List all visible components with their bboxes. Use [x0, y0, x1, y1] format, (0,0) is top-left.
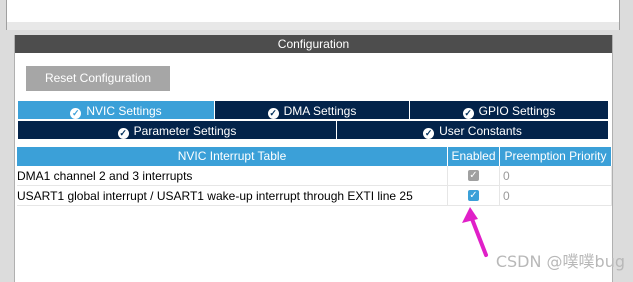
column-header-interrupt[interactable]: NVIC Interrupt Table	[17, 147, 448, 166]
check-circle-icon: ✓	[267, 108, 279, 119]
check-circle-icon: ✓	[70, 108, 82, 119]
preemption-priority-value[interactable]: 0	[500, 166, 612, 186]
check-circle-icon: ✓	[462, 108, 474, 119]
tab-nvic-settings[interactable]: ✓ NVIC Settings	[17, 100, 215, 120]
tab-label: DMA Settings	[283, 104, 357, 118]
tab-label: User Constants	[439, 124, 522, 138]
enabled-cell: ✓	[448, 166, 500, 186]
tab-dma-settings[interactable]: ✓ DMA Settings	[214, 100, 410, 120]
check-circle-icon: ✓	[117, 128, 129, 139]
table-row[interactable]: USART1 global interrupt / USART1 wake-up…	[17, 186, 613, 206]
reset-configuration-button[interactable]: Reset Configuration	[26, 66, 170, 91]
configuration-header: Configuration	[15, 35, 612, 53]
enabled-checkbox: ✓	[468, 170, 479, 181]
preemption-priority-value[interactable]: 0	[500, 186, 612, 206]
upper-panel-footer	[6, 22, 620, 30]
tab-label: NVIC Settings	[86, 104, 162, 118]
upper-panel	[6, 0, 620, 22]
tab-label: Parameter Settings	[133, 124, 237, 138]
tab-label: GPIO Settings	[478, 104, 556, 118]
enabled-checkbox[interactable]: ✓	[468, 190, 479, 201]
column-header-enabled[interactable]: Enabled	[448, 147, 500, 166]
check-circle-icon: ✓	[423, 128, 435, 139]
column-header-preemption-priority[interactable]: Preemption Priority	[500, 147, 612, 166]
tab-user-constants[interactable]: ✓ User Constants	[336, 120, 609, 140]
tab-gpio-settings[interactable]: ✓ GPIO Settings	[409, 100, 609, 120]
watermark: CSDN @噗噗bug	[495, 252, 625, 271]
interrupt-name: DMA1 channel 2 and 3 interrupts	[17, 166, 448, 186]
interrupt-name: USART1 global interrupt / USART1 wake-up…	[17, 186, 448, 206]
configuration-panel: Configuration Reset Configuration ✓ NVIC …	[14, 35, 613, 282]
table-row[interactable]: DMA1 channel 2 and 3 interrupts ✓ 0	[17, 166, 613, 186]
tab-parameter-settings[interactable]: ✓ Parameter Settings	[17, 120, 337, 140]
annotation-arrow-icon	[462, 207, 488, 257]
nvic-table-header: NVIC Interrupt Table Enabled Preemption …	[17, 147, 613, 166]
enabled-cell: ✓	[448, 186, 500, 206]
